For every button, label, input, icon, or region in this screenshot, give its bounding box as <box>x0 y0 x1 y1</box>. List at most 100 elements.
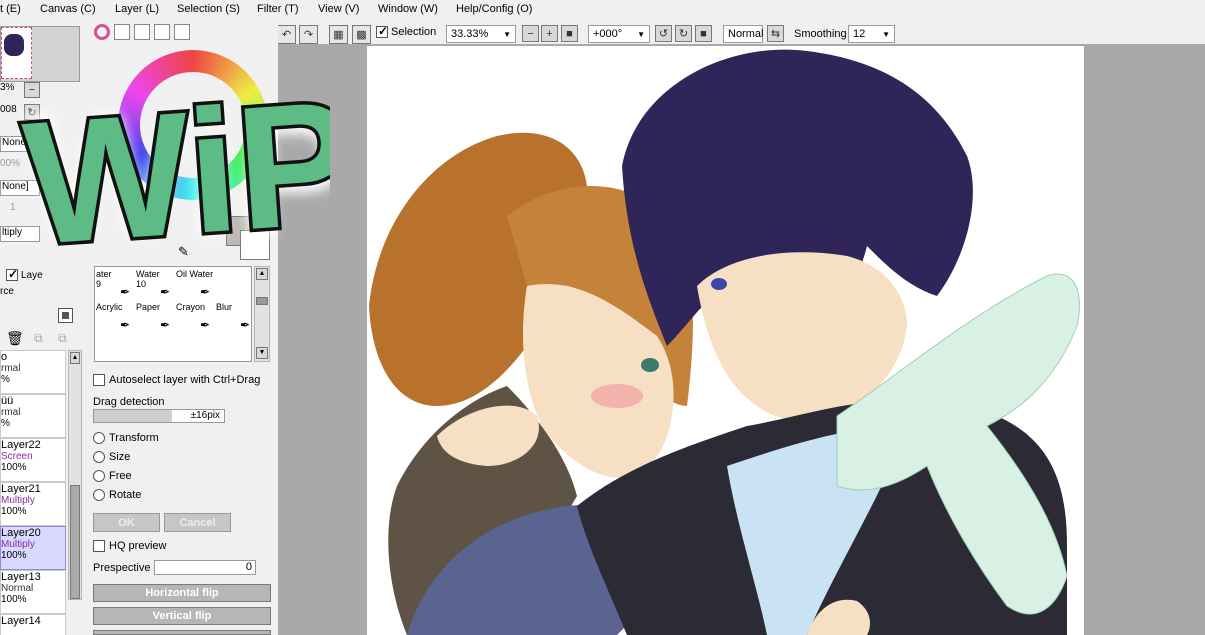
transform-option-label: Transform <box>109 432 159 444</box>
drag-detection-label: Drag detection <box>93 396 165 408</box>
layer-item[interactable]: Layer22 Screen 100% <box>0 438 66 482</box>
ok-button[interactable]: OK <box>93 513 160 532</box>
hq-preview-checkbox[interactable] <box>93 540 105 552</box>
drawing-canvas[interactable] <box>367 46 1084 635</box>
zoom-in-icon[interactable]: + <box>541 25 558 42</box>
transform-option[interactable]: Transform <box>93 432 159 445</box>
layer-name: Layer14 <box>1 615 41 627</box>
menu-help-config[interactable]: Help/Config (O) <box>456 3 532 15</box>
zoom-reset-icon[interactable]: ■ <box>561 25 578 42</box>
brush-name: ater <box>96 269 112 279</box>
layer-opacity: 100% <box>1 506 27 517</box>
scroll-up-icon[interactable]: ▲ <box>70 352 80 364</box>
perspective-field[interactable]: 0 <box>154 560 256 575</box>
free-option[interactable]: Free <box>93 470 132 483</box>
rotate-button-partial[interactable] <box>93 630 271 635</box>
brush-tool-cell[interactable] <box>216 269 254 299</box>
layer-item[interactable]: Layer20 Multiply 100% <box>0 526 66 570</box>
preserve-opacity-toggle[interactable]: Laye <box>6 267 43 281</box>
brush-icon: ✒ <box>159 285 170 299</box>
rotate-ccw-icon[interactable]: ↺ <box>655 25 672 42</box>
brush-tool-cell[interactable]: Paper ✒ <box>136 302 174 332</box>
layer-item[interactable]: Layer13 Normal 100% <box>0 570 66 614</box>
girl-eye <box>641 358 659 372</box>
radio-icon[interactable] <box>93 489 105 502</box>
menu-filter[interactable]: Filter (T) <box>257 3 299 15</box>
deselect-icon[interactable]: ▦ <box>329 25 348 44</box>
brush-tool-cell[interactable]: Blur ✒ <box>216 302 254 332</box>
drag-detection-slider[interactable]: ±16pix <box>93 409 225 423</box>
hq-preview-toggle[interactable]: HQ preview <box>93 540 166 552</box>
merge-down-icon[interactable]: ⧉ <box>34 331 43 346</box>
preserve-opacity-checkbox[interactable] <box>6 267 18 281</box>
zoom-field[interactable]: 33.33% ▼ <box>446 25 516 43</box>
smoothing-field[interactable]: 12 ▼ <box>848 25 895 43</box>
perspective-value: 0 <box>245 561 252 573</box>
menu-view[interactable]: View (V) <box>318 3 359 15</box>
layer-item[interactable]: Layer14 <box>0 614 66 635</box>
brush-tool-cell[interactable]: Water 10 ✒ <box>136 269 174 299</box>
selection-source-label: rce <box>0 286 14 297</box>
layer-blend-mode: Multiply <box>1 495 35 506</box>
brush-name: Crayon <box>176 302 206 312</box>
autoselect-toggle[interactable]: Autoselect layer with Ctrl+Drag <box>93 374 260 386</box>
autoselect-checkbox[interactable] <box>93 374 105 386</box>
zoom-out-icon[interactable]: − <box>522 25 539 42</box>
layer-name: Layer20 <box>1 527 41 539</box>
trash-icon[interactable]: 🗑 <box>6 330 24 347</box>
brush-scroll-thumb[interactable] <box>256 297 268 305</box>
artwork-illustration <box>369 49 1080 635</box>
chevron-down-icon: ▼ <box>882 29 890 39</box>
tool-brush-grid: ater 9 ✒ Water 10 ✒ Oil Water ✒ Acrylic ✒ Paper ✒ Cr… <box>94 266 252 362</box>
size-option[interactable]: Size <box>93 451 130 464</box>
rotate-option[interactable]: Rotate <box>93 489 142 502</box>
layer-item[interactable]: üü rmal% <box>0 394 66 438</box>
smoothing-value: 12 <box>853 28 866 40</box>
brush-tool-cell[interactable]: Acrylic ✒ <box>96 302 134 332</box>
brush-name: Water <box>136 269 160 279</box>
layer-scrollbar[interactable]: ▲ <box>68 350 82 600</box>
layer-blend-mode: rmal <box>1 407 21 418</box>
invert-selection-icon[interactable]: ▩ <box>352 25 371 44</box>
blend-mode-field[interactable]: Normal <box>723 25 763 43</box>
layer-name: o <box>1 351 8 363</box>
layer-scroll-thumb[interactable] <box>70 485 80 599</box>
radio-icon[interactable] <box>93 432 105 445</box>
brush-name: Paper <box>136 302 161 312</box>
merge-visible-icon[interactable]: ⧉ <box>58 331 67 346</box>
flip-view-icon[interactable]: ⇆ <box>767 25 784 42</box>
preserve-opacity-label: Laye <box>21 269 43 281</box>
layer-item[interactable]: o rmal% <box>0 350 66 394</box>
brush-icon: ✒ <box>239 318 250 332</box>
brush-cells: ater 9 ✒ Water 10 ✒ Oil Water ✒ Acrylic ✒ Paper ✒ Cr… <box>95 267 253 363</box>
layer-opacity: % <box>1 374 10 385</box>
selection-checkbox[interactable] <box>376 24 388 38</box>
menu-selection[interactable]: Selection (S) <box>177 3 240 15</box>
horizontal-flip-button[interactable]: Horizontal flip <box>93 584 271 602</box>
rotate-cw-icon[interactable]: ↻ <box>675 25 692 42</box>
selection-label: Selection <box>391 26 437 38</box>
boy-eye <box>711 278 727 290</box>
vertical-flip-button[interactable]: Vertical flip <box>93 607 271 625</box>
brush-tool-cell[interactable]: Oil Water ✒ <box>176 269 214 299</box>
smoothing-label: Smoothing <box>794 28 847 40</box>
rotate-reset-icon[interactable]: ■ <box>695 25 712 42</box>
rotation-field[interactable]: +000° ▼ <box>588 25 650 43</box>
drag-detection-value: ±16pix <box>190 410 220 421</box>
selection-toggle[interactable]: Selection <box>376 24 437 38</box>
menu-layer[interactable]: Layer (L) <box>115 3 159 15</box>
rotate-option-label: Rotate <box>109 489 142 501</box>
menu-window[interactable]: Window (W) <box>378 3 438 15</box>
scroll-down-icon[interactable]: ▼ <box>256 347 268 359</box>
brush-tool-cell[interactable]: Crayon ✒ <box>176 302 214 332</box>
brush-scrollbar[interactable]: ▲ ▼ <box>254 266 270 362</box>
menu-edit[interactable]: t (E) <box>0 3 21 15</box>
layer-item[interactable]: Layer21 Multiply 100% <box>0 482 66 526</box>
radio-icon[interactable] <box>93 470 105 483</box>
radio-icon[interactable] <box>93 451 105 464</box>
brush-tool-cell[interactable]: ater 9 ✒ <box>96 269 134 299</box>
clipping-button[interactable] <box>58 308 73 323</box>
menu-canvas[interactable]: Canvas (C) <box>40 3 96 15</box>
cancel-button[interactable]: Cancel <box>164 513 231 532</box>
chevron-down-icon: ▼ <box>637 29 645 39</box>
